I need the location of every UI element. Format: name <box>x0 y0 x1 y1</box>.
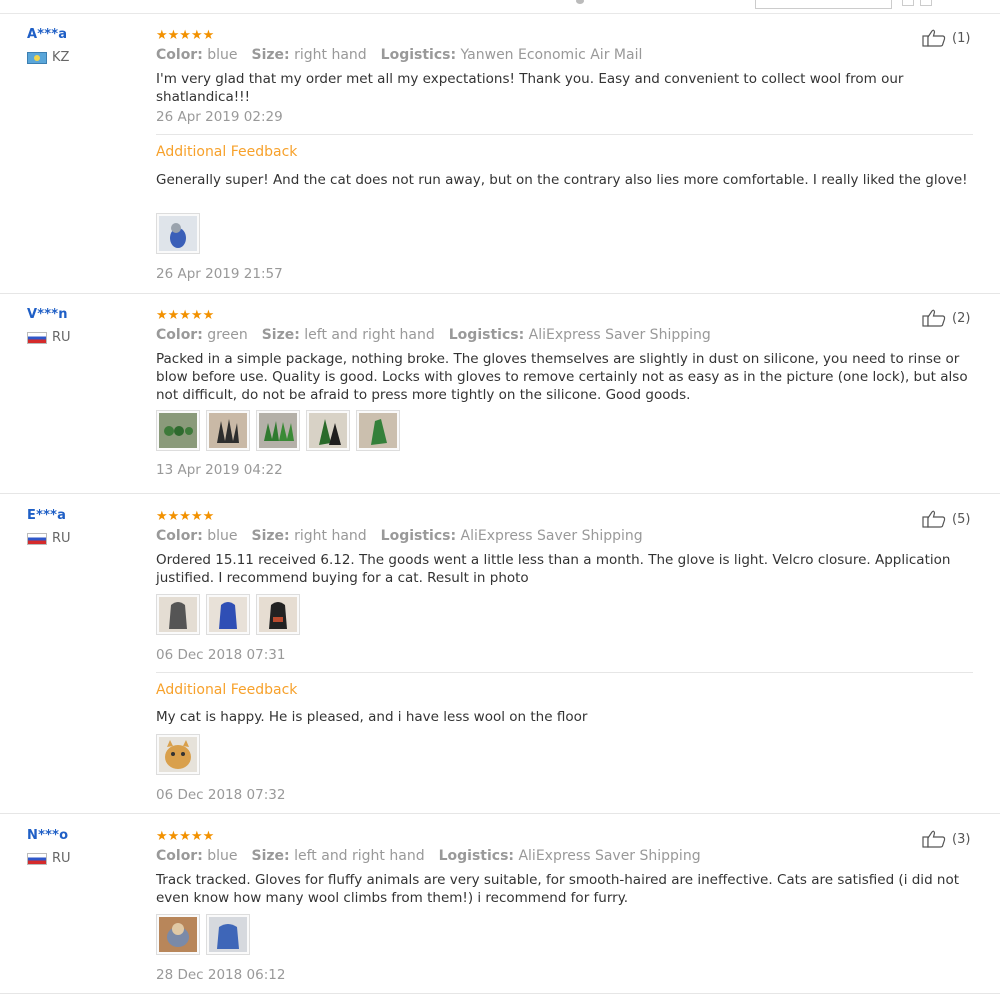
helpful-button[interactable]: (2) <box>922 309 970 327</box>
review-text: I'm very glad that my order met all my e… <box>156 71 904 105</box>
list-view-icon[interactable] <box>902 0 914 6</box>
review-photo-thumbnail[interactable] <box>206 410 250 451</box>
review-photo-thumbnail[interactable] <box>306 410 350 451</box>
review-item: V***n RU ★★★★★ (2) Color: green Size: lef… <box>0 307 1000 493</box>
additional-feedback-text: My cat is happy. He is pleased, and i ha… <box>156 709 588 725</box>
star-rating: ★★★★★ <box>156 28 215 43</box>
review-item: N***o RU ★★★★★ (3) Color: blue Size: left… <box>0 828 1000 993</box>
review-date: 06 Dec 2018 07:31 <box>156 647 286 663</box>
review-text: Packed in a simple package, nothing brok… <box>156 351 968 403</box>
helpful-button[interactable]: (1) <box>922 29 970 47</box>
review-photo-thumbnail[interactable] <box>206 594 250 635</box>
review-photos <box>156 410 400 451</box>
order-details: Color: blue Size: left and right hand Logi… <box>156 848 701 864</box>
divider <box>156 134 973 135</box>
reviewer-country: RU <box>27 330 71 345</box>
star-rating: ★★★★★ <box>156 829 215 844</box>
review-photo-thumbnail[interactable] <box>156 410 200 451</box>
reviewer-country: RU <box>27 531 71 546</box>
reviewer-country: KZ <box>27 50 69 65</box>
review-item: E***a RU ★★★★★ (5) Color: blue Size: righ… <box>0 508 1000 813</box>
kz-flag-icon <box>27 51 47 64</box>
thumbs-up-icon <box>922 29 946 47</box>
review-date: 13 Apr 2019 04:22 <box>156 462 283 478</box>
additional-feedback-label: Additional Feedback <box>156 144 298 160</box>
divider <box>0 493 1000 494</box>
review-date: 26 Apr 2019 02:29 <box>156 109 283 125</box>
review-photo-thumbnail[interactable] <box>156 213 200 254</box>
review-photos <box>156 914 250 955</box>
thumbs-up-icon <box>922 830 946 848</box>
sort-select[interactable] <box>755 0 892 9</box>
order-details: Color: blue Size: right hand Logistics: Al… <box>156 528 643 544</box>
review-photos <box>156 594 300 635</box>
review-photo-thumbnail[interactable] <box>156 734 200 775</box>
sort-toolbar <box>0 0 1000 14</box>
reviewer-country: RU <box>27 851 71 866</box>
review-text: Ordered 15.11 received 6.12. The goods w… <box>156 552 951 586</box>
reviewer-name[interactable]: E***a <box>27 508 66 523</box>
review-photo-thumbnail[interactable] <box>256 410 300 451</box>
review-date: 28 Dec 2018 06:12 <box>156 967 286 983</box>
thumbs-up-icon <box>922 510 946 528</box>
review-photos <box>156 213 200 254</box>
ru-flag-icon <box>27 331 47 344</box>
star-rating: ★★★★★ <box>156 308 215 323</box>
radio-option[interactable] <box>576 0 584 4</box>
star-rating: ★★★★★ <box>156 509 215 524</box>
order-details: Color: blue Size: right hand Logistics: Ya… <box>156 47 643 63</box>
divider <box>156 672 973 673</box>
additional-feedback-label: Additional Feedback <box>156 682 298 698</box>
grid-view-icon[interactable] <box>920 0 932 6</box>
divider <box>0 993 1000 994</box>
review-photo-thumbnail[interactable] <box>356 410 400 451</box>
review-photo-thumbnail[interactable] <box>256 594 300 635</box>
review-item: A***a KZ ★★★★★ (1) Color: blue Size: righ… <box>0 27 1000 293</box>
review-photo-thumbnail[interactable] <box>206 914 250 955</box>
review-photo-thumbnail[interactable] <box>156 914 200 955</box>
review-photos <box>156 734 200 775</box>
review-photo-thumbnail[interactable] <box>156 594 200 635</box>
thumbs-up-icon <box>922 309 946 327</box>
reviewer-name[interactable]: N***o <box>27 828 68 843</box>
ru-flag-icon <box>27 852 47 865</box>
additional-feedback-date: 06 Dec 2018 07:32 <box>156 787 286 803</box>
review-text: Track tracked. Gloves for fluffy animals… <box>156 872 960 906</box>
reviewer-name[interactable]: A***a <box>27 27 67 42</box>
helpful-button[interactable]: (5) <box>922 510 970 528</box>
order-details: Color: green Size: left and right hand Log… <box>156 327 711 343</box>
helpful-button[interactable]: (3) <box>922 830 970 848</box>
additional-feedback-text: Generally super! And the cat does not ru… <box>156 172 968 188</box>
divider <box>0 813 1000 814</box>
divider <box>0 293 1000 294</box>
reviewer-name[interactable]: V***n <box>27 307 68 322</box>
additional-feedback-date: 26 Apr 2019 21:57 <box>156 266 283 282</box>
ru-flag-icon <box>27 532 47 545</box>
